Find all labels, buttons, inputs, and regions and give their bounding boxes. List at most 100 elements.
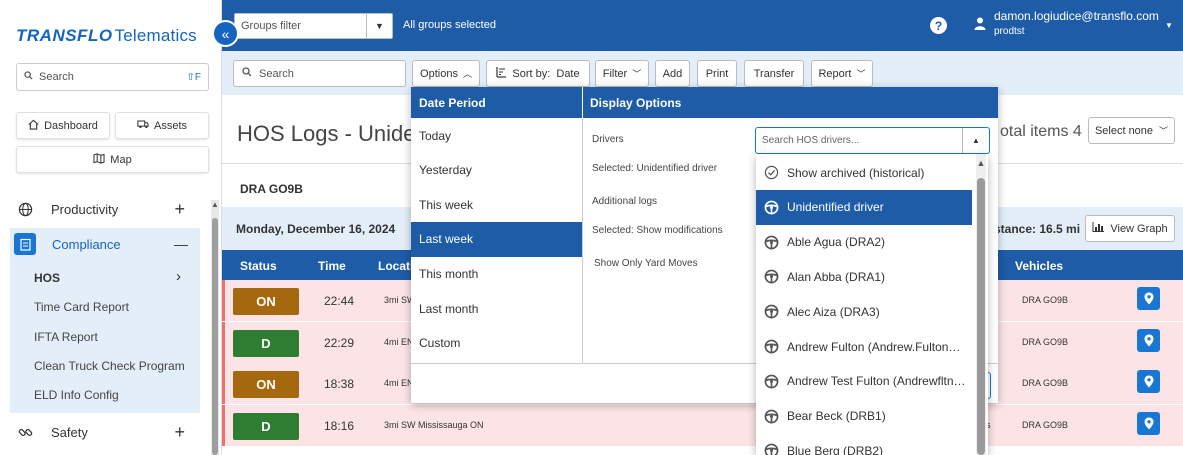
sidebar: TRANSFLO Telematics Search ⇧F Dashboard A… (0, 0, 222, 455)
driver-option[interactable]: Alec Aiza (DRA3) (756, 294, 972, 329)
assets-button[interactable]: Assets (115, 112, 209, 139)
user-email: damon.logiudice@transflo.com (994, 9, 1159, 23)
driver-option[interactable]: Show archived (historical) (756, 155, 972, 190)
status-badge: ON (233, 288, 299, 315)
dropdown-up-arrow-icon[interactable]: ▲ (962, 128, 989, 153)
date-period-header: Date Period (419, 96, 486, 110)
dropdown-scroll-thumb[interactable] (977, 178, 985, 455)
driver-option[interactable]: Alan Abba (DRA1) (756, 259, 972, 294)
selected-additional-logs: Selected: Show modifications (592, 225, 723, 236)
view-graph-button[interactable]: View Graph (1085, 215, 1175, 242)
print-button[interactable]: Print (697, 60, 737, 87)
groups-status: All groups selected (403, 19, 496, 31)
submenu-clean-truck-check[interactable]: Clean Truck Check Program (34, 359, 185, 373)
driver-option[interactable]: Andrew Fulton (Andrew.Fulton… (756, 329, 972, 364)
map-button[interactable]: Map (16, 146, 209, 173)
chevron-down-icon: ﹀ (856, 69, 866, 79)
period-last-month[interactable]: Last month (411, 291, 582, 326)
chevron-up-icon: ︿ (462, 69, 472, 79)
nav-compliance[interactable]: Compliance — (10, 228, 200, 260)
row-time: 22:44 (324, 294, 355, 308)
collapse-minus-icon[interactable]: — (174, 236, 188, 252)
period-this-month[interactable]: This month (411, 256, 582, 291)
collapse-sidebar-button[interactable]: « (212, 20, 239, 47)
steering-wheel-icon (764, 374, 779, 389)
driver-option[interactable]: Blue Berg (DRB2) (756, 433, 972, 455)
groups-filter-select[interactable]: Groups filter ▼ (234, 13, 393, 39)
sort-button[interactable]: Sort by: Date (486, 60, 590, 87)
truck-icon (137, 119, 149, 132)
report-button[interactable]: Report ﹀ (811, 60, 873, 87)
yard-moves-option[interactable]: Show Only Yard Moves (594, 258, 698, 269)
sidebar-search-input[interactable]: Search ⇧F (16, 63, 209, 91)
row-vehicle: DRA GO9B (1022, 378, 1069, 388)
distance: stance: 16.5 mi (994, 222, 1081, 236)
driver-option[interactable]: Bear Beck (DRB1) (756, 399, 972, 434)
period-today[interactable]: Today (411, 118, 582, 153)
dropdown-scrollbar[interactable]: ▲ (976, 154, 986, 455)
row-time: 22:29 (324, 335, 355, 350)
options-header: Date Period Display Options (411, 87, 998, 118)
drivers-label: Drivers (592, 134, 624, 145)
select-none-button[interactable]: Select none ﹀ (1088, 117, 1175, 144)
submenu-ifta-report[interactable]: IFTA Report (34, 330, 98, 344)
steering-wheel-icon (764, 339, 779, 354)
expand-plus-icon[interactable]: + (174, 199, 185, 220)
nav-productivity[interactable]: Productivity + (0, 193, 205, 225)
chevron-down-icon: ▼ (1164, 21, 1173, 30)
driver-option[interactable]: Unidentified driver (756, 189, 972, 225)
period-custom[interactable]: Custom (411, 326, 582, 361)
user-menu[interactable]: damon.logiudice@transflo.com prodtst ▼ (974, 9, 1173, 37)
steering-wheel-icon (764, 200, 779, 215)
submenu-time-card-report[interactable]: Time Card Report (34, 300, 129, 314)
period-yesterday[interactable]: Yesterday (411, 153, 582, 188)
globe-icon (15, 202, 35, 217)
map-pin-icon[interactable] (1137, 411, 1160, 435)
scroll-up-icon[interactable]: ▲ (211, 200, 219, 209)
sidebar-scrollbar[interactable]: ▲ (211, 200, 219, 455)
link-icon (15, 425, 35, 440)
status-badge: D (233, 329, 299, 357)
dropdown-arrow-icon[interactable]: ▼ (366, 14, 392, 38)
steering-wheel-icon (764, 409, 779, 424)
double-chevron-left-icon: « (221, 25, 230, 42)
map-pin-icon[interactable] (1137, 328, 1160, 352)
options-button[interactable]: Options ︿ (412, 60, 480, 87)
logs-search-input[interactable]: Search (233, 60, 406, 87)
map-pin-icon[interactable] (1137, 370, 1160, 393)
row-time: 18:38 (324, 377, 355, 391)
drivers-dropdown-list: Show archived (historical) Unidentified … (756, 154, 988, 455)
status-badge: ON (233, 371, 299, 398)
submenu-hos[interactable]: HOS (34, 271, 60, 285)
dashboard-button[interactable]: Dashboard (16, 112, 110, 139)
search-icon (242, 67, 252, 80)
steering-wheel-icon (764, 443, 779, 455)
top-bar: Groups filter ▼ All groups selected ? da… (222, 0, 1183, 51)
scroll-up-icon[interactable]: ▲ (976, 158, 986, 168)
driver-option[interactable]: Andrew Test Fulton (Andrewfltn… (756, 364, 972, 399)
add-button[interactable]: Add (655, 60, 690, 87)
period-last-week[interactable]: Last week (411, 221, 582, 257)
col-time[interactable]: Time (318, 259, 346, 273)
driver-option[interactable]: Able Agua (DRA2) (756, 225, 972, 260)
map-icon (93, 152, 105, 167)
nav-safety[interactable]: Safety + (0, 416, 205, 448)
period-this-week[interactable]: This week (411, 187, 582, 222)
user-icon (974, 17, 986, 33)
col-vehicles[interactable]: Vehicles (1015, 259, 1063, 273)
chevron-down-icon: ﹀ (1159, 126, 1169, 136)
map-pin-icon[interactable] (1137, 287, 1160, 310)
sidebar-scroll-thumb[interactable] (212, 218, 218, 455)
selected-driver: Selected: Unidentified driver (592, 163, 718, 174)
submenu-eld-info-config[interactable]: ELD Info Config (34, 388, 119, 402)
panel-divider (582, 118, 583, 363)
filter-button[interactable]: Filter ﹀ (595, 60, 649, 87)
expand-plus-icon[interactable]: + (174, 422, 185, 443)
transflo-logo[interactable]: TRANSFLO Telematics (16, 26, 197, 46)
help-icon[interactable]: ? (930, 17, 947, 34)
col-status[interactable]: Status (240, 259, 277, 273)
transfer-button[interactable]: Transfer (744, 60, 804, 87)
drivers-search-input[interactable]: Search HOS drivers... ▲ (755, 127, 990, 154)
table-row[interactable]: D 18:16 3mi SW Mississauga ON s DRA GO9B (222, 404, 1183, 446)
log-date: Monday, December 16, 2024 (236, 222, 396, 236)
